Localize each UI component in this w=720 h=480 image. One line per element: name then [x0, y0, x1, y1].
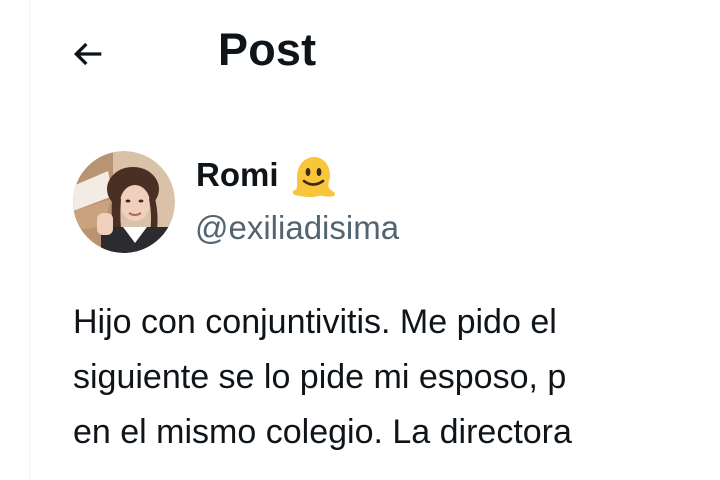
post-text: Hijo con conjuntivitis. Me pido el sigui…	[73, 295, 720, 460]
author-name[interactable]: Romi	[196, 155, 279, 195]
melting-face-emoji-icon	[289, 151, 337, 199]
author-name-row: Romi	[196, 150, 337, 200]
author-handle[interactable]: @exiliadisima	[195, 208, 399, 248]
post-text-line: Hijo con conjuntivitis. Me pido el	[73, 303, 557, 341]
back-button[interactable]	[66, 32, 110, 76]
post-text-line: en el mismo colegio. La directora	[73, 413, 572, 451]
avatar[interactable]	[73, 151, 175, 253]
column-divider	[29, 0, 30, 480]
arrow-left-icon	[73, 42, 102, 66]
page-title: Post	[218, 24, 317, 75]
post-text-line: siguiente se lo pide mi esposo, p	[73, 358, 567, 396]
profile-photo	[73, 151, 175, 253]
